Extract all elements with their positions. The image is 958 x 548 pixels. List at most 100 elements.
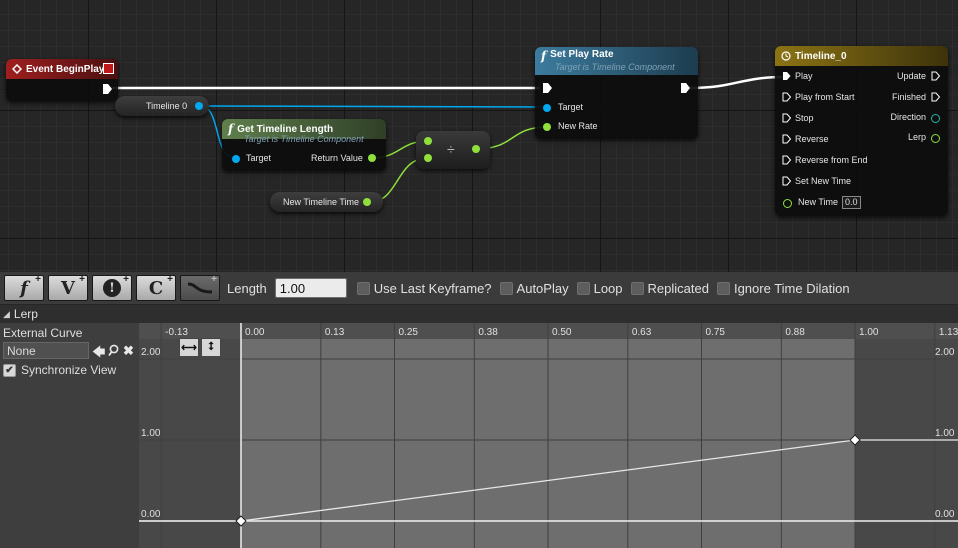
timeline-node[interactable]: Timeline_0 Play Play from Start Stop Rev… xyxy=(775,46,948,216)
exec-out-pin-icon[interactable] xyxy=(102,83,114,95)
object-out-pin-icon[interactable] xyxy=(195,102,203,110)
timeline-input-reverse-from-end: Reverse from End xyxy=(795,155,868,165)
function-icon: f xyxy=(228,122,234,136)
divide-input-a-pin-icon[interactable] xyxy=(424,137,432,145)
loop-box[interactable] xyxy=(576,281,590,295)
finished-exec-pin-icon[interactable] xyxy=(931,92,941,102)
curve-editor-canvas[interactable]: -0.13 0.00 0.13 0.25 0.38 0.50 0.63 0.75 0.88 1.0… xyxy=(139,323,958,548)
add-color-track-icon: C xyxy=(148,277,164,299)
clear-x-icon[interactable]: ✖ xyxy=(123,343,134,359)
ignore-time-dilation-box[interactable] xyxy=(716,281,730,295)
add-float-track-icon: f xyxy=(20,277,28,299)
autoplay-box[interactable] xyxy=(499,281,513,295)
value-tick-label: 1.00 xyxy=(141,428,161,439)
target-in-pin-icon[interactable] xyxy=(232,155,240,163)
external-curve-label: External Curve xyxy=(3,326,83,340)
track-header[interactable]: ◢ Lerp xyxy=(0,305,958,323)
new-timeline-time-variable-node[interactable]: New Timeline Time xyxy=(270,192,383,212)
synchronize-view-box[interactable]: ✔ xyxy=(3,363,16,377)
time-tick-label: 0.63 xyxy=(632,327,652,338)
timeline-output-update: Update xyxy=(896,71,926,81)
get-timeline-length-node[interactable]: f Get Timeline Length Target is Timeline… xyxy=(222,119,386,171)
add-external-curve-icon xyxy=(187,282,213,294)
curve-editor[interactable]: -0.13 0.00 0.13 0.25 0.38 0.50 0.63 0.75 0.88 1.0… xyxy=(139,323,958,548)
timeline-input-stop: Stop xyxy=(795,113,814,123)
get-length-subtitle: Target is Timeline Component xyxy=(244,134,364,144)
autoplay-checkbox[interactable]: AutoPlay xyxy=(499,281,569,296)
set-play-rate-node[interactable]: f Set Play Rate Target is Timeline Compo… xyxy=(535,47,698,139)
reverse-exec-pin-icon[interactable] xyxy=(782,134,792,144)
exec-out-pin-icon[interactable] xyxy=(680,82,692,94)
track-name: Lerp xyxy=(13,307,38,321)
time-tick-label: -0.13 xyxy=(165,327,188,338)
event-node-title: Event BeginPlay xyxy=(26,63,105,75)
collapse-triangle-icon[interactable]: ◢ xyxy=(3,309,10,320)
browse-search-icon[interactable] xyxy=(108,344,121,357)
stop-exec-pin-icon[interactable] xyxy=(782,113,792,123)
delegate-pin-icon[interactable] xyxy=(103,63,114,74)
use-last-keyframe-checkbox[interactable]: Use Last Keyframe? xyxy=(356,281,492,296)
new-time-value-field[interactable]: 0.0 xyxy=(842,196,861,209)
loop-checkbox[interactable]: Loop xyxy=(576,281,623,296)
value-tick-label-right: 2.00 xyxy=(935,347,955,358)
replicated-checkbox[interactable]: Replicated xyxy=(630,281,709,296)
get-length-return-label: Return Value xyxy=(311,153,363,163)
zoom-to-fit-horizontal-button[interactable]: ⟷ xyxy=(179,338,199,357)
timeline-node-title: Timeline_0 xyxy=(795,50,847,62)
use-last-keyframe-box[interactable] xyxy=(356,281,370,295)
track-side-panel: External Curve None 🡄 ✖ ✔ Synchronize Vi… xyxy=(0,323,139,548)
return-value-pin-icon[interactable] xyxy=(368,154,376,162)
timeline-output-finished: Finished xyxy=(891,92,926,102)
set-play-rate-title: Set Play Rate xyxy=(550,49,614,60)
new-timeline-time-label: New Timeline Time xyxy=(283,197,360,207)
set-new-time-exec-pin-icon[interactable] xyxy=(782,176,792,186)
get-length-target-label: Target xyxy=(246,153,272,163)
play-from-start-exec-pin-icon[interactable] xyxy=(782,92,792,102)
play-exec-pin-icon[interactable] xyxy=(782,71,792,81)
synchronize-view-checkbox[interactable]: ✔ Synchronize View xyxy=(3,363,116,377)
add-vector-track-icon: V xyxy=(61,277,75,299)
blueprint-graph[interactable]: Event BeginPlay Timeline 0 f Get Timelin… xyxy=(0,0,958,272)
target-in-pin-icon[interactable] xyxy=(543,104,551,112)
add-external-curve-button[interactable]: + xyxy=(180,274,220,301)
length-label: Length xyxy=(227,280,267,296)
timeline-toolbar: f + V + ! + C + + Length 1.00 Use Last Keyfr… xyxy=(0,272,958,304)
add-color-track-button[interactable]: C + xyxy=(136,274,176,301)
divide-symbol: ÷ xyxy=(447,141,455,157)
reverse-from-end-exec-pin-icon[interactable] xyxy=(782,155,792,165)
add-float-track-button[interactable]: f + xyxy=(4,274,44,301)
time-tick-label: 0.38 xyxy=(478,327,498,338)
use-selected-arrow-icon[interactable]: 🡄 xyxy=(92,343,105,365)
exec-wire-setrate-to-timeline xyxy=(689,75,785,90)
external-curve-input[interactable]: None xyxy=(3,342,89,359)
time-tick-label: 0.00 xyxy=(245,327,265,338)
length-input[interactable]: 1.00 xyxy=(274,278,347,298)
update-exec-pin-icon[interactable] xyxy=(931,71,941,81)
time-tick-label: 1.00 xyxy=(859,327,879,338)
exec-in-pin-icon[interactable] xyxy=(542,82,554,94)
timeline-variable-node[interactable]: Timeline 0 xyxy=(115,96,209,116)
set-play-rate-target-label: Target xyxy=(558,102,584,112)
divide-output-pin-icon[interactable] xyxy=(472,145,480,153)
divide-node[interactable]: ÷ xyxy=(416,131,490,169)
lerp-pin-icon[interactable] xyxy=(931,134,940,143)
new-time-pin-icon[interactable] xyxy=(783,199,792,208)
time-tick-label: 0.75 xyxy=(706,327,726,338)
zoom-to-fit-vertical-button[interactable]: ⭥ xyxy=(201,338,221,357)
time-tick-label: 0.13 xyxy=(325,327,345,338)
event-beginplay-node[interactable]: Event BeginPlay xyxy=(6,59,118,101)
direction-pin-icon[interactable] xyxy=(931,114,940,123)
add-event-track-button[interactable]: ! + xyxy=(92,274,132,301)
ignore-time-dilation-checkbox[interactable]: Ignore Time Dilation xyxy=(716,281,850,296)
value-tick-label: 2.00 xyxy=(141,347,161,358)
timeline-input-play-from-start: Play from Start xyxy=(795,92,855,102)
divide-input-b-pin-icon[interactable] xyxy=(424,154,432,162)
new-rate-pin-icon[interactable] xyxy=(543,123,551,131)
get-length-title: Get Timeline Length xyxy=(237,123,334,135)
set-play-rate-subtitle: Target is Timeline Component xyxy=(555,62,675,72)
add-vector-track-button[interactable]: V + xyxy=(48,274,88,301)
time-tick-label: 0.88 xyxy=(785,327,805,338)
float-out-pin-icon[interactable] xyxy=(363,198,371,206)
replicated-box[interactable] xyxy=(630,281,644,295)
event-node-header: Event BeginPlay xyxy=(6,59,118,79)
